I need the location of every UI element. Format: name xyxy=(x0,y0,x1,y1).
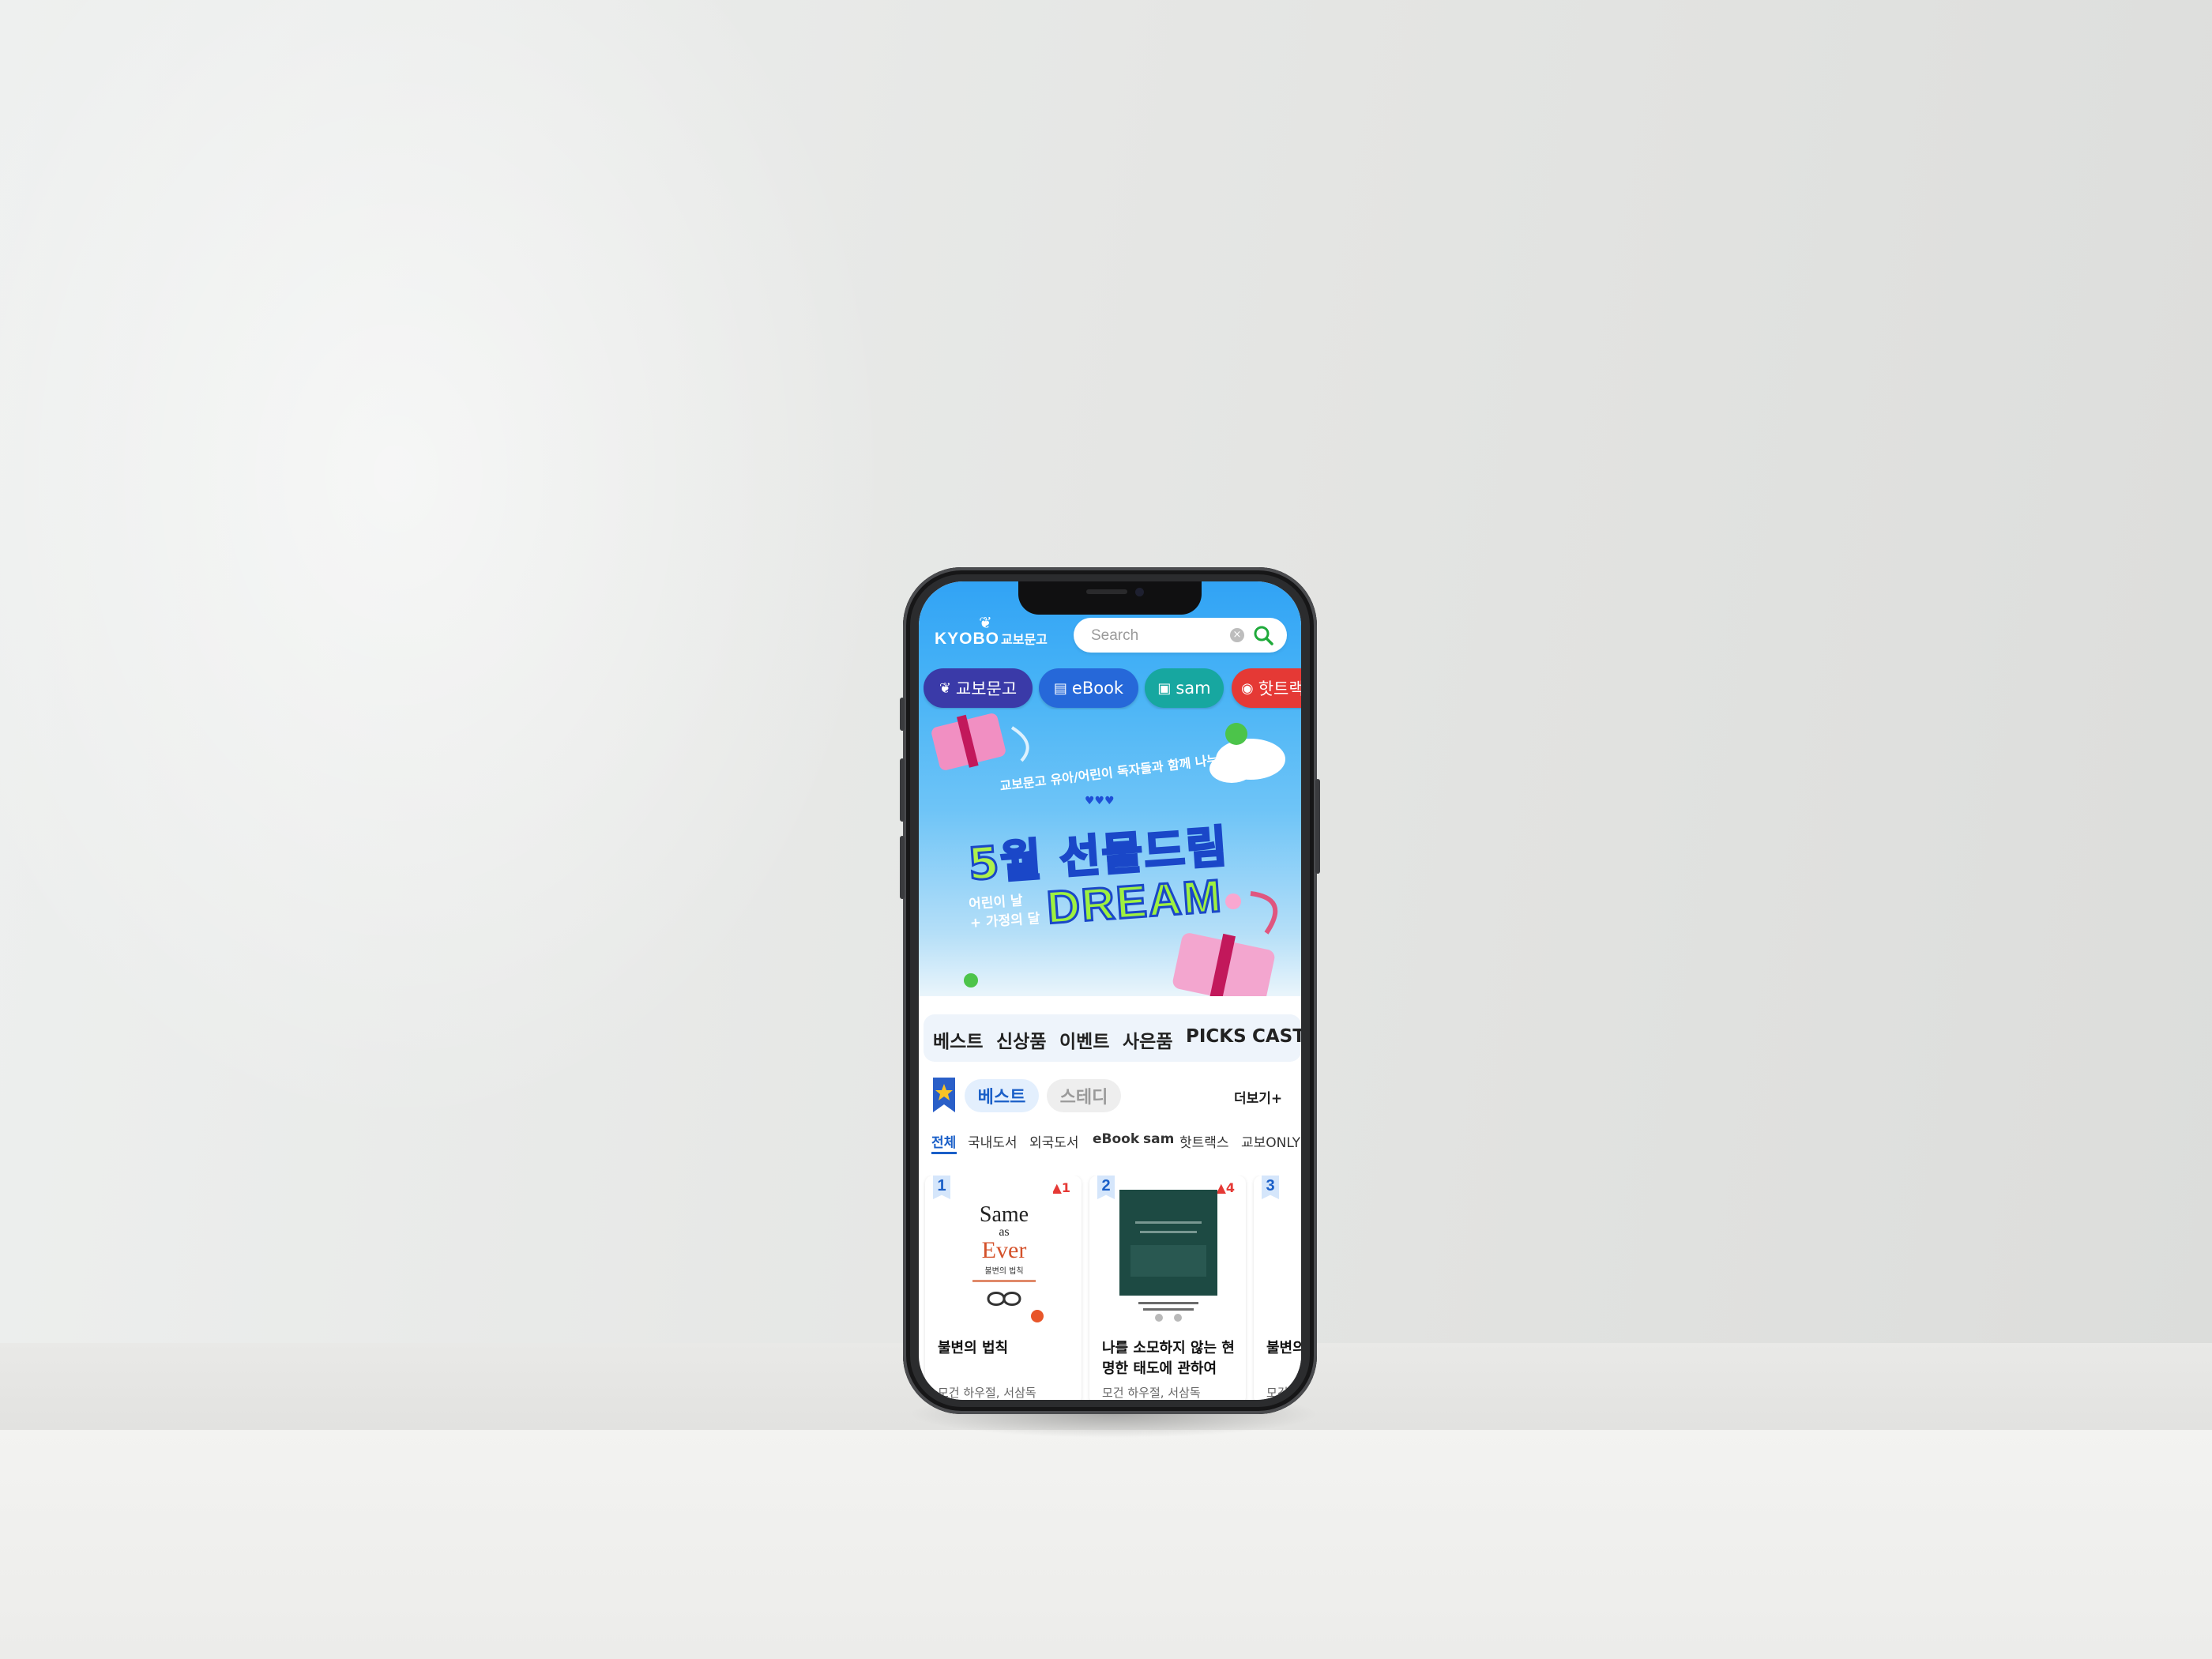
best-section-header: 베스트 스테디 더보기+ xyxy=(919,1073,1301,1120)
chip-label: eBook xyxy=(1071,679,1124,698)
chip-kyobo[interactable]: ❦ 교보문고 xyxy=(924,668,1033,708)
rank-badge: 1 xyxy=(933,1176,950,1199)
chip-label: 교보문고 xyxy=(955,679,1018,698)
phone-notch xyxy=(1018,581,1202,615)
phone-screen: ❦ KYOBO교보문고 × ❦교보문고 ▤eBook ▣sa xyxy=(919,581,1301,1400)
book-title[interactable]: 불변의 법칙 xyxy=(938,1338,1077,1359)
subtab-ebook[interactable]: eBook xyxy=(1093,1131,1139,1147)
book-title[interactable]: 불변의 xyxy=(1266,1338,1301,1359)
chip-label: sam xyxy=(1176,679,1211,698)
tab-picks[interactable]: PICKS xyxy=(1186,1026,1247,1047)
pill-steady[interactable]: 스테디 xyxy=(1047,1079,1121,1112)
ribbon-swirl xyxy=(1010,726,1029,762)
chip-hottracks[interactable]: ◉핫트랙스 xyxy=(1232,668,1301,708)
phone-power-button xyxy=(1315,779,1320,874)
more-link[interactable]: 더보기+ xyxy=(1234,1087,1282,1107)
subtab-all[interactable]: 전체 xyxy=(931,1131,956,1151)
phone-device: ❦ KYOBO교보문고 × ❦교보문고 ▤eBook ▣sa xyxy=(900,567,1320,1414)
best-badge-icon xyxy=(933,1078,955,1112)
search-icon[interactable] xyxy=(1252,624,1274,646)
service-chips: ❦교보문고 ▤eBook ▣sam ◉핫트랙스 xyxy=(924,668,1301,709)
book-title[interactable]: 나를 소모하지 않는 현명한 태도에 관하여 xyxy=(1102,1338,1241,1379)
book-card[interactable]: 1 ▲1 Same as Ever 불변의 법칙 불변의 법칙 모건 하우절, … xyxy=(925,1176,1082,1400)
bird-icon: ❦ xyxy=(939,679,951,697)
book-cover[interactable] xyxy=(1119,1190,1217,1324)
best-subtabs: 전체 국내도서 외국도서 eBook sam 핫트랙스 교보ONLY xyxy=(919,1125,1301,1157)
tab-cast[interactable]: CAST xyxy=(1252,1026,1301,1047)
tab-gift[interactable]: 사은품 xyxy=(1123,1026,1172,1053)
phone-volume-up-button xyxy=(900,758,905,822)
bird-icon: ❦ xyxy=(979,613,992,632)
banner-side-text: 어린이 날 + 가정의 달 xyxy=(968,890,1041,933)
rank-change: ▲4 xyxy=(1216,1180,1235,1195)
chip-label: 핫트랙스 xyxy=(1258,679,1301,698)
ribbon-curl xyxy=(1250,891,1278,935)
rank-badge: 3 xyxy=(1262,1176,1279,1199)
hearts-icon: ♥♥♥ xyxy=(1085,795,1115,807)
book-cover[interactable]: Same as Ever 불변의 법칙 xyxy=(955,1190,1053,1324)
rank-badge: 2 xyxy=(1097,1176,1115,1199)
book-icon: ▤ xyxy=(1053,679,1067,697)
target-icon: ◉ xyxy=(1241,679,1254,697)
phone-volume-down-button xyxy=(900,836,905,899)
cover-title-line3: Ever xyxy=(982,1237,1027,1263)
book-author: 모건 xyxy=(1266,1386,1288,1400)
green-ball-small xyxy=(964,973,978,988)
header-hero: ❦ KYOBO교보문고 × ❦교보문고 ▤eBook ▣sa xyxy=(919,581,1301,996)
pill-best[interactable]: 베스트 xyxy=(965,1079,1039,1112)
clear-icon[interactable]: × xyxy=(1230,628,1244,642)
search-input[interactable] xyxy=(1089,626,1227,646)
search-box: × xyxy=(1074,618,1287,653)
chip-sam[interactable]: ▣ sam xyxy=(1145,668,1224,708)
kyobo-logo[interactable]: ❦ KYOBO 교보문고 xyxy=(935,613,1048,649)
cover-title-line1: Same xyxy=(980,1202,1029,1227)
rank-change: ▲1 xyxy=(1051,1180,1070,1195)
subtab-foreign[interactable]: 외국도서 xyxy=(1029,1131,1079,1151)
phone-silent-switch xyxy=(900,698,905,731)
book-card[interactable]: 2 ▲4 나를 소모하지 않는 현명한 태도에 관하여 모건 하우절, 서삼독 xyxy=(1089,1176,1246,1400)
tablet-icon: ▣ xyxy=(1157,679,1172,697)
subtab-kyobo-only[interactable]: 교보ONLY xyxy=(1241,1131,1300,1151)
book-author: 모건 하우절, 서삼독 xyxy=(1102,1386,1201,1400)
chip-ebook[interactable]: ▤ eBook xyxy=(1039,668,1138,708)
logo-sub: 교보문고 xyxy=(1001,632,1048,647)
flower-icon xyxy=(1225,893,1241,909)
subtab-underline xyxy=(931,1152,957,1154)
subtab-hottracks[interactable]: 핫트랙스 xyxy=(1179,1131,1229,1151)
category-tabs: 베스트 신상품 이벤트 사은품 PICKS CAST xyxy=(924,1014,1301,1062)
best-book-list: 1 ▲1 Same as Ever 불변의 법칙 불변의 법칙 모건 하우절, … xyxy=(919,1176,1301,1400)
book-card[interactable]: 3 불변의 모건 xyxy=(1254,1176,1301,1400)
subtab-domestic[interactable]: 국내도서 xyxy=(968,1131,1018,1151)
tab-event[interactable]: 이벤트 xyxy=(1059,1026,1109,1053)
book-author: 모건 하우절, 서삼독 xyxy=(938,1386,1036,1400)
cover-korean-title: 불변의 법칙 xyxy=(984,1266,1023,1276)
background-floor xyxy=(0,1430,2212,1659)
tab-new[interactable]: 신상품 xyxy=(996,1026,1046,1053)
logo-text: KYOBO xyxy=(935,630,1000,648)
tab-best[interactable]: 베스트 xyxy=(933,1026,983,1053)
green-ball xyxy=(1225,723,1247,745)
front-camera xyxy=(1135,588,1144,596)
subtab-sam[interactable]: sam xyxy=(1143,1131,1174,1147)
earpiece-speaker xyxy=(1086,589,1127,594)
